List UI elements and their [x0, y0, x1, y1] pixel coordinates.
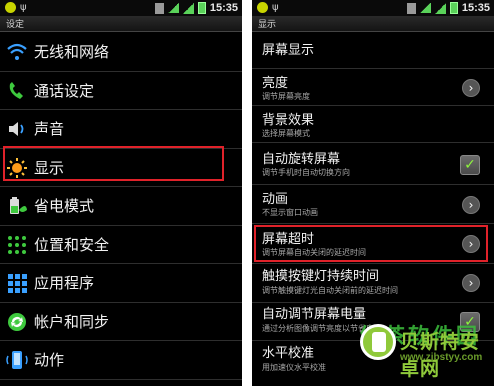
display-item-background-effect[interactable]: 背景效果 选择屏幕模式 — [252, 106, 494, 143]
screen-title-bar: 显示 — [252, 16, 494, 32]
battery-leaf-icon — [10, 197, 27, 214]
display-item-auto-rotate[interactable]: 自动旋转屏幕 调节手机时自动切换方向 ✓ — [252, 143, 494, 185]
display-item-title: 触摸按键灯持续时间 — [262, 269, 380, 284]
settings-item-sound[interactable]: 声音 — [0, 110, 242, 149]
phone-icon — [9, 81, 23, 99]
section-header: 屏幕显示 — [252, 33, 494, 69]
display-item-subtitle: 调节触摸键灯光自动关闭前的延迟时间 — [262, 286, 398, 295]
chevron-right-icon[interactable]: › — [462, 79, 480, 97]
settings-item-label: 位置和安全 — [34, 235, 110, 254]
watermark: 贝斯特安卓网 www.zjbstyy.com — [330, 322, 490, 384]
sync-icon — [8, 312, 26, 331]
sim-icon — [406, 2, 416, 14]
settings-item-label: 应用程序 — [34, 274, 95, 292]
status-bar: ψ 15:35 — [0, 0, 242, 16]
status-bar: ψ 15:35 — [252, 0, 494, 16]
display-item-title: 自动旋转屏幕 — [262, 152, 341, 167]
display-item-subtitle: 调节手机时自动切换方向 — [262, 168, 350, 177]
display-item-title: 水平校准 — [262, 346, 315, 361]
settings-item-label: 帐户和同步 — [34, 312, 110, 331]
settings-item-applications[interactable]: 应用程序 — [0, 264, 242, 303]
settings-item-label: 无线和网络 — [34, 43, 110, 61]
notification-smile-icon — [257, 2, 268, 13]
display-item-subtitle: 不显示窗口动画 — [262, 208, 318, 217]
battery-icon — [197, 2, 206, 14]
display-item-title: 亮度 — [262, 76, 289, 91]
settings-item-label: 声音 — [34, 120, 65, 138]
settings-item-power-saving[interactable]: 省电模式 — [0, 187, 242, 226]
settings-item-wireless[interactable]: 无线和网络 — [0, 33, 242, 72]
highlight-box-display — [3, 146, 224, 181]
settings-item-label: 动作 — [34, 351, 65, 369]
usb-icon: ψ — [20, 2, 27, 13]
display-item-title: 动画 — [262, 192, 289, 207]
sim-icon — [154, 2, 164, 14]
settings-item-call[interactable]: 通话设定 — [0, 72, 242, 110]
chevron-right-icon[interactable]: › — [462, 196, 480, 214]
grid-lock-icon — [8, 235, 26, 254]
settings-item-accounts-sync[interactable]: 帐户和同步 — [0, 303, 242, 341]
settings-item-label: 通话设定 — [34, 81, 95, 100]
wifi-icon — [7, 43, 27, 60]
notification-smile-icon — [5, 2, 16, 13]
display-item-title: 自动调节屏幕电量 — [262, 307, 367, 322]
display-item-subtitle: 用加速仪水平校准 — [262, 363, 326, 372]
display-item-touch-key-light[interactable]: 触摸按键灯持续时间 调节触摸键灯光自动关闭前的延迟时间 › — [252, 264, 494, 303]
highlight-box-screen-timeout — [254, 225, 488, 262]
signal-icon — [182, 2, 194, 14]
display-item-brightness[interactable]: 亮度 调节屏幕亮度 › — [252, 69, 494, 106]
status-time: 15:35 — [209, 2, 238, 14]
display-item-subtitle: 调节屏幕亮度 — [262, 92, 310, 101]
status-time: 15:35 — [461, 2, 490, 14]
wifi-status-icon — [167, 3, 179, 13]
settings-item-location-security[interactable]: 位置和安全 — [0, 226, 242, 264]
usb-icon: ψ — [272, 2, 279, 13]
signal-icon — [434, 2, 446, 14]
screen-title-bar: 设定 — [0, 16, 242, 32]
motion-phone-icon — [6, 351, 28, 369]
watermark-url: www.zjbstyy.com — [400, 352, 483, 363]
battery-icon — [449, 2, 458, 14]
auto-rotate-checkbox[interactable]: ✓ — [460, 155, 480, 175]
speaker-icon — [9, 122, 24, 136]
display-item-title: 背景效果 — [262, 113, 315, 128]
wifi-status-icon — [419, 3, 431, 13]
apps-icon — [8, 274, 27, 293]
chevron-right-icon[interactable]: › — [462, 274, 480, 292]
settings-item-motion[interactable]: 动作 — [0, 341, 242, 380]
screen-title: 设定 — [6, 20, 25, 30]
display-item-animation[interactable]: 动画 不显示窗口动画 › — [252, 185, 494, 224]
watermark-logo-icon — [360, 324, 396, 360]
screen-title: 显示 — [258, 20, 277, 30]
section-header-label: 屏幕显示 — [262, 43, 315, 58]
left-phone-screen: ψ 15:35 设定 无线和网络 通话设定 声音 显示 省电模式 位置和安全 应… — [0, 0, 242, 386]
display-item-subtitle: 选择屏幕模式 — [262, 129, 310, 138]
settings-item-label: 省电模式 — [34, 197, 95, 215]
